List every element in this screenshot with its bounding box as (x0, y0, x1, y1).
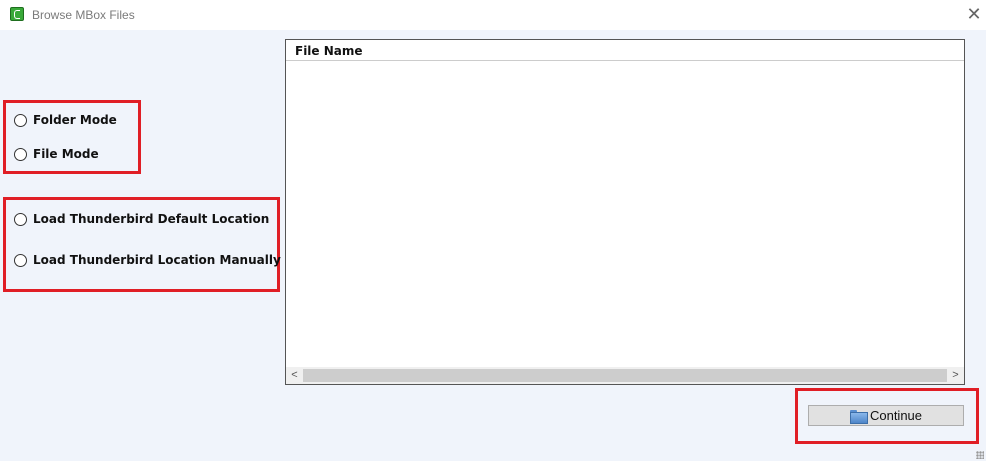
radio-button-icon[interactable] (14, 253, 27, 267)
file-list[interactable]: File Name < > (285, 39, 965, 385)
scroll-right-icon[interactable]: > (947, 367, 964, 384)
radio-default-location[interactable]: Load Thunderbird Default Location (14, 211, 269, 227)
radio-label: Load Thunderbird Default Location (33, 212, 270, 226)
window-title: Browse MBox Files (32, 8, 135, 22)
radio-file-mode[interactable]: File Mode (14, 146, 99, 162)
column-header-file-name[interactable]: File Name (295, 44, 363, 58)
horizontal-scrollbar[interactable]: < > (286, 367, 964, 384)
app-icon (10, 7, 24, 21)
continue-button[interactable]: Continue (808, 405, 964, 426)
resize-grip-icon[interactable] (976, 451, 984, 459)
radio-button-icon[interactable] (14, 212, 27, 226)
radio-button-icon[interactable] (14, 147, 27, 161)
scroll-left-icon[interactable]: < (286, 367, 303, 384)
radio-label: File Mode (33, 147, 99, 161)
folder-icon (849, 409, 868, 424)
radio-folder-mode[interactable]: Folder Mode (14, 112, 117, 128)
continue-label: Continue (869, 408, 923, 423)
scrollbar-thumb[interactable] (303, 369, 947, 382)
radio-label: Folder Mode (33, 113, 117, 127)
radio-button-icon[interactable] (14, 113, 27, 127)
radio-label: Load Thunderbird Location Manually (33, 253, 281, 267)
title-bar: Browse MBox Files ✕ (0, 0, 986, 30)
file-list-header[interactable]: File Name (286, 40, 964, 61)
radio-manual-location[interactable]: Load Thunderbird Location Manually (14, 252, 281, 268)
close-button[interactable]: ✕ (962, 2, 986, 28)
